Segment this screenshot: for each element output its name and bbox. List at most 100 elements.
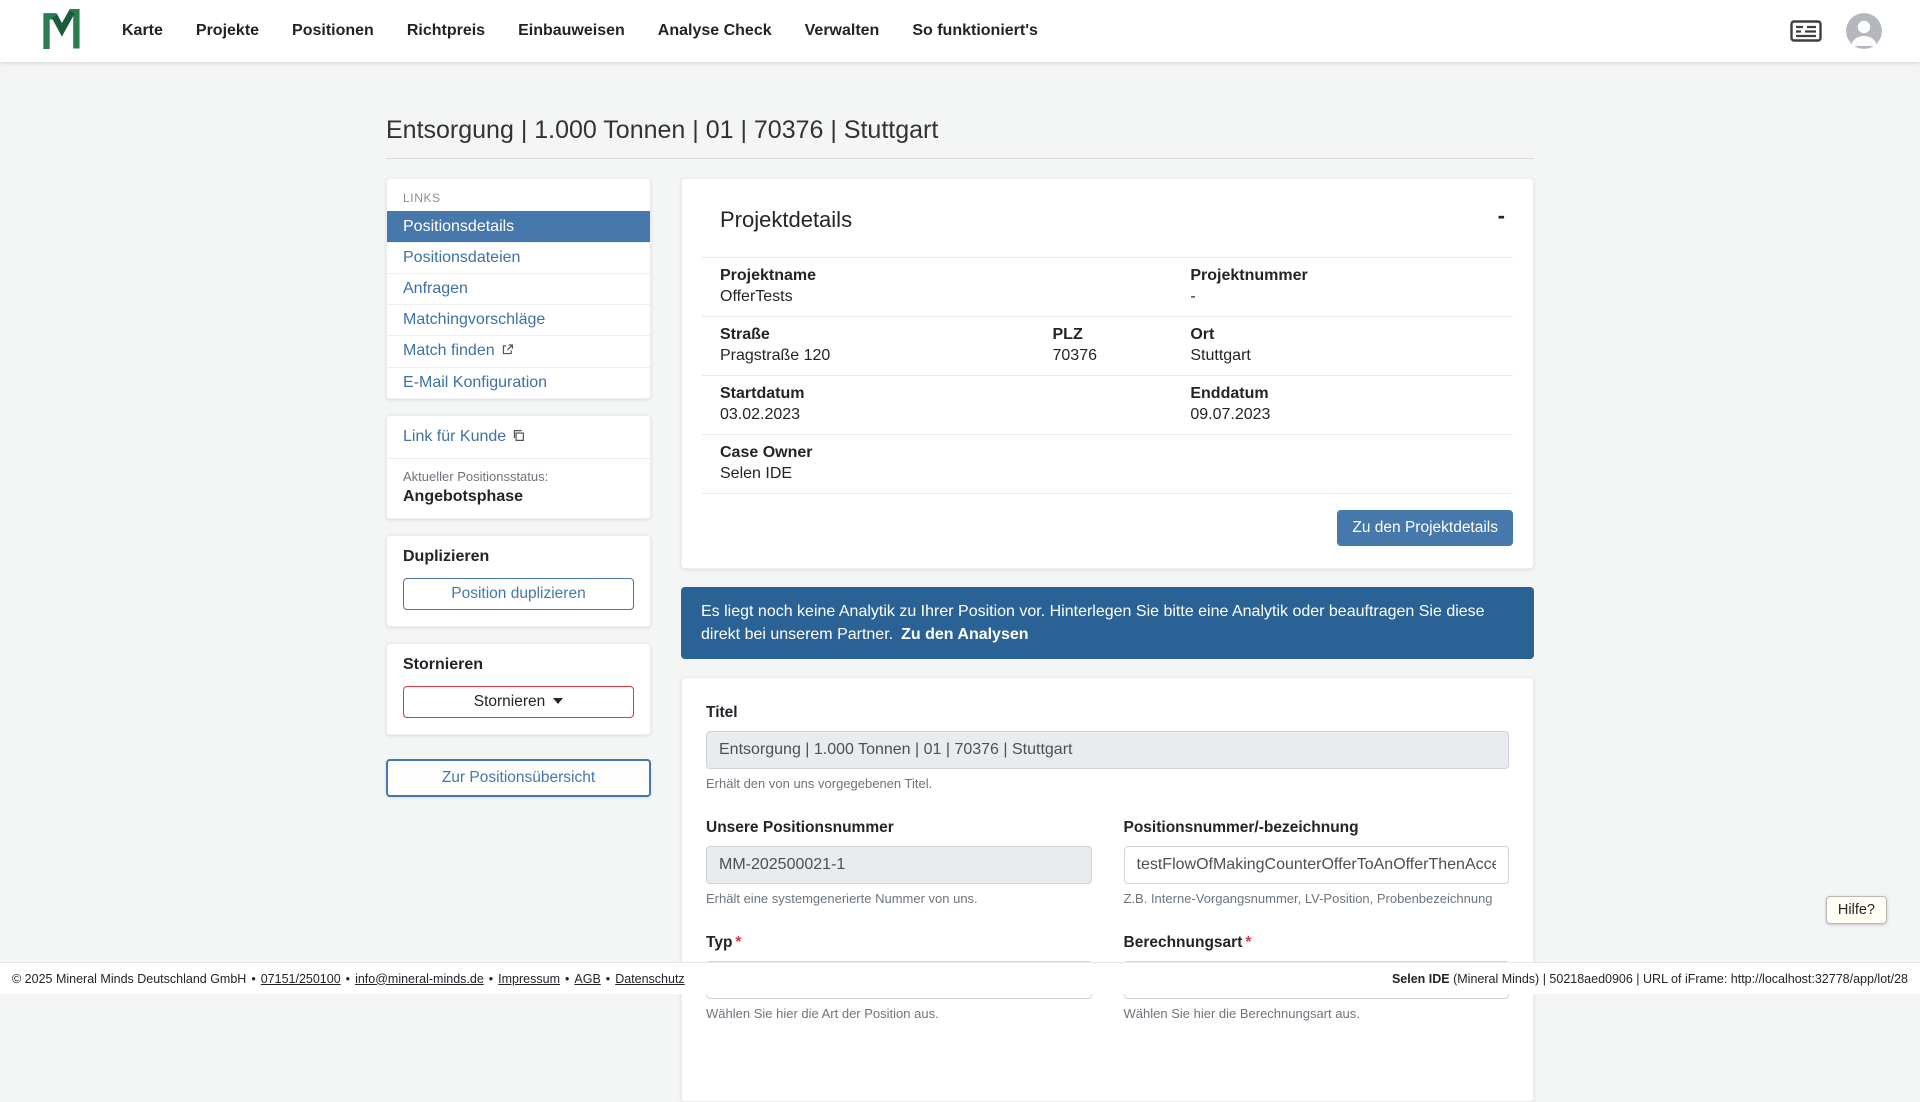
page-title: Entsorgung | 1.000 Tonnen | 01 | 70376 |… bbox=[386, 116, 1534, 145]
footer-left: © 2025 Mineral Minds Deutschland GmbH • … bbox=[12, 972, 685, 986]
positionsnummer-label: Unsere Positionsnummer bbox=[706, 819, 1092, 837]
nav-item-verwalten[interactable]: Verwalten bbox=[805, 22, 880, 40]
sidebar-item-positionsdetails[interactable]: Positionsdetails bbox=[387, 211, 650, 242]
status-divider bbox=[387, 458, 650, 459]
nav-item-richtpreis[interactable]: Richtpreis bbox=[407, 22, 485, 40]
startdatum-label: Startdatum bbox=[720, 385, 1172, 403]
footer-copyright: © 2025 Mineral Minds Deutschland GmbH bbox=[12, 972, 246, 986]
ort-label: Ort bbox=[1190, 326, 1513, 344]
nav-item-projekte[interactable]: Projekte bbox=[196, 22, 259, 40]
project-details-button[interactable]: Zu den Projektdetails bbox=[1337, 510, 1513, 546]
typ-required-mark: * bbox=[735, 934, 741, 951]
links-card-header: Links bbox=[387, 179, 650, 211]
customer-link[interactable]: Link für Kunde bbox=[403, 428, 525, 447]
sidebar-item-positionsdateien[interactable]: Positionsdateien bbox=[387, 242, 650, 273]
project-details-card: Projektdetails - Projektname OfferTests … bbox=[681, 178, 1534, 569]
berechnungsart-required-mark: * bbox=[1245, 934, 1251, 951]
project-details-table: Projektname OfferTests Projektnummer - S… bbox=[702, 257, 1513, 494]
main-nav: Karte Projekte Positionen Richtpreis Ein… bbox=[122, 22, 1038, 40]
duplicate-card-header: Duplizieren bbox=[403, 548, 634, 566]
position-status-label: Aktueller Positionsstatus: bbox=[403, 469, 634, 484]
case-owner-label: Case Owner bbox=[720, 444, 1513, 462]
kundennummer-input[interactable] bbox=[1124, 846, 1510, 884]
footer-separator: • bbox=[565, 972, 569, 986]
footer: © 2025 Mineral Minds Deutschland GmbH • … bbox=[0, 962, 1920, 994]
cancel-position-button[interactable]: Stornieren bbox=[403, 686, 634, 718]
kundennummer-help: Z.B. Interne-Vorgangsnummer, LV-Position… bbox=[1124, 891, 1510, 906]
sidebar-item-matchingvorschlaege[interactable]: Matchingvorschläge bbox=[387, 304, 650, 335]
duplicate-position-button[interactable]: Position duplizieren bbox=[403, 578, 634, 610]
berechnungsart-label: Berechnungsart* bbox=[1124, 934, 1510, 952]
table-row: Case Owner Selen IDE bbox=[702, 435, 1513, 494]
help-button[interactable]: Hilfe? bbox=[1826, 896, 1887, 924]
sidebar-item-match-finden[interactable]: Match finden bbox=[387, 335, 650, 367]
ort-value: Stuttgart bbox=[1190, 347, 1513, 365]
titel-label: Titel bbox=[706, 704, 1509, 722]
plz-value: 70376 bbox=[1053, 347, 1173, 365]
user-avatar-icon[interactable] bbox=[1846, 13, 1882, 49]
kundennummer-label: Positionsnummer/-bezeichnung bbox=[1124, 819, 1510, 837]
positionsnummer-help: Erhält eine systemgenerierte Nummer von … bbox=[706, 891, 1092, 906]
analyses-link[interactable]: Zu den Analysen bbox=[901, 626, 1028, 643]
navbar-right bbox=[1790, 13, 1882, 49]
footer-datenschutz-link[interactable]: Datenschutz bbox=[615, 972, 684, 986]
projektnummer-value: - bbox=[1190, 288, 1513, 306]
cancel-card: Stornieren Stornieren bbox=[386, 643, 651, 735]
sidebar-item-email-konfiguration[interactable]: E-Mail Konfiguration bbox=[387, 367, 650, 398]
startdatum-value: 03.02.2023 bbox=[720, 406, 1172, 424]
duplicate-card: Duplizieren Position duplizieren bbox=[386, 535, 651, 627]
footer-separator: • bbox=[606, 972, 610, 986]
footer-phone-link[interactable]: 07151/250100 bbox=[261, 972, 341, 986]
cancel-card-header: Stornieren bbox=[403, 656, 634, 674]
position-overview-button[interactable]: Zur Positionsübersicht bbox=[386, 759, 651, 797]
strasse-value: Pragstraße 120 bbox=[720, 347, 1035, 365]
position-form-card: Titel Erhält den von uns vorgegebenen Ti… bbox=[681, 677, 1534, 1102]
footer-impressum-link[interactable]: Impressum bbox=[498, 972, 560, 986]
nav-item-so-funktionierts[interactable]: So funktioniert's bbox=[912, 22, 1038, 40]
links-card: Links Positionsdetails Positionsdateien … bbox=[386, 178, 651, 399]
keyboard-icon[interactable] bbox=[1790, 20, 1822, 42]
titel-input bbox=[706, 731, 1509, 769]
analytics-info-banner: Es liegt noch keine Analytik zu Ihrer Po… bbox=[681, 587, 1534, 659]
footer-agb-link[interactable]: AGB bbox=[574, 972, 600, 986]
external-link-icon bbox=[501, 343, 514, 361]
footer-session-details: (Mineral Minds) | 50218aed0906 | URL of … bbox=[1453, 972, 1908, 986]
sidebar-item-match-finden-label: Match finden bbox=[403, 342, 495, 359]
copy-icon bbox=[512, 429, 525, 447]
sidebar-item-anfragen[interactable]: Anfragen bbox=[387, 273, 650, 304]
projektname-value: OfferTests bbox=[720, 288, 1172, 306]
analytics-info-text: Es liegt noch keine Analytik zu Ihrer Po… bbox=[701, 603, 1485, 643]
titel-help: Erhält den von uns vorgegebenen Titel. bbox=[706, 776, 1509, 791]
page-body: Entsorgung | 1.000 Tonnen | 01 | 70376 |… bbox=[0, 0, 1920, 1102]
positionsnummer-group: Unsere Positionsnummer Erhält eine syste… bbox=[706, 819, 1092, 906]
customer-link-label: Link für Kunde bbox=[403, 428, 506, 445]
title-divider bbox=[386, 158, 1534, 159]
enddatum-label: Enddatum bbox=[1190, 385, 1513, 403]
positionsnummer-input bbox=[706, 846, 1092, 884]
nav-item-karte[interactable]: Karte bbox=[122, 22, 163, 40]
sidebar: Links Positionsdetails Positionsdateien … bbox=[386, 178, 651, 797]
footer-email-link[interactable]: info@mineral-minds.de bbox=[355, 972, 484, 986]
footer-separator: • bbox=[346, 972, 350, 986]
project-details-title: Projektdetails bbox=[702, 207, 1513, 233]
strasse-label: Straße bbox=[720, 326, 1035, 344]
nav-item-analyse-check[interactable]: Analyse Check bbox=[658, 22, 772, 40]
berechnungsart-label-text: Berechnungsart bbox=[1124, 934, 1243, 951]
footer-separator: • bbox=[251, 972, 255, 986]
cancel-position-button-label: Stornieren bbox=[474, 693, 546, 710]
brand-logo[interactable] bbox=[42, 9, 80, 54]
projektname-label: Projektname bbox=[720, 267, 1172, 285]
typ-label-text: Typ bbox=[706, 934, 732, 951]
nav-item-einbauweisen[interactable]: Einbauweisen bbox=[518, 22, 625, 40]
enddatum-value: 09.07.2023 bbox=[1190, 406, 1513, 424]
footer-session-info: Selen IDE (Mineral Minds) | 50218aed0906… bbox=[1392, 972, 1908, 986]
position-status-value: Angebotsphase bbox=[403, 488, 634, 506]
collapse-icon[interactable]: - bbox=[1498, 205, 1505, 227]
kundennummer-group: Positionsnummer/-bezeichnung Z.B. Intern… bbox=[1124, 819, 1510, 906]
footer-user: Selen IDE bbox=[1392, 972, 1450, 986]
sidebar-links-list: Positionsdetails Positionsdateien Anfrag… bbox=[387, 211, 650, 398]
caret-down-icon bbox=[553, 698, 563, 704]
nav-item-positionen[interactable]: Positionen bbox=[292, 22, 374, 40]
customer-status-card: Link für Kunde Aktueller Positionsstatus… bbox=[386, 415, 651, 519]
berechnungsart-help: Wählen Sie hier die Berechnungsart aus. bbox=[1124, 1006, 1510, 1021]
